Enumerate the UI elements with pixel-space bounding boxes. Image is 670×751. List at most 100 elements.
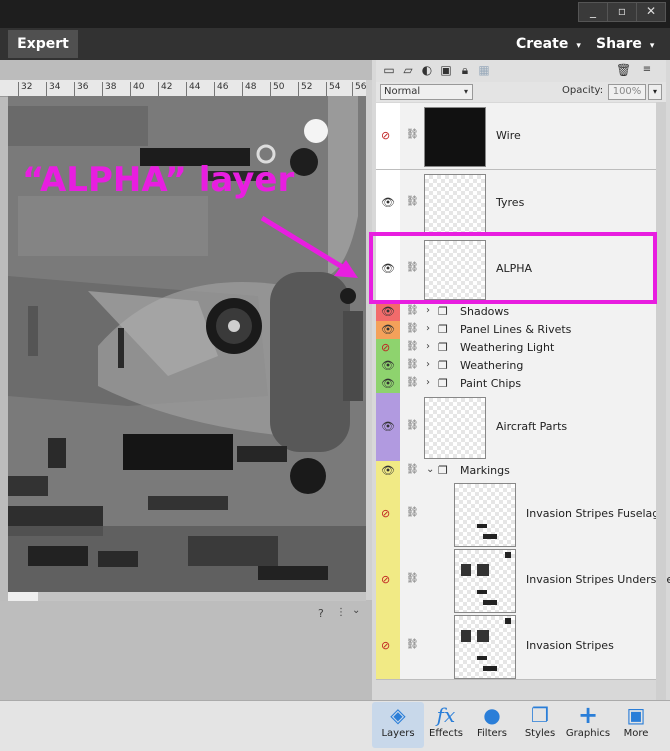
eye-icon[interactable]: 👁︎ xyxy=(381,305,395,318)
layer-row-tyres[interactable]: 👁︎ ⛓︎ Tyres xyxy=(376,170,656,237)
more-panel-button[interactable]: ▣ More xyxy=(610,702,662,748)
styles-icon: ❐ xyxy=(531,703,549,727)
layer-row-markings[interactable]: 👁︎ ⛓︎ ⌄ ❐ Markings xyxy=(376,461,656,482)
link-icon[interactable]: ⛓︎ xyxy=(406,420,419,431)
layer-name: Panel Lines & Rivets xyxy=(460,323,572,336)
layer-thumbnail[interactable] xyxy=(424,397,486,459)
group-folder-icon: ❐ xyxy=(438,464,448,477)
layer-mask-icon[interactable]: ▣ xyxy=(439,63,453,77)
layer-row-shadows[interactable]: 👁︎ ⛓︎ › ❐ Shadows xyxy=(376,303,656,322)
adjustment-layer-icon[interactable]: ◐ xyxy=(420,63,434,77)
layer-row-aircraft-parts[interactable]: 👁︎ ⛓︎ Aircraft Parts xyxy=(376,393,656,462)
link-icon[interactable]: ⛓︎ xyxy=(406,639,419,650)
blend-mode-value: Normal xyxy=(384,86,421,97)
link-icon[interactable]: ⛓︎ xyxy=(406,377,419,388)
filters-label: Filters xyxy=(477,728,507,739)
graphics-icon: + xyxy=(577,701,599,729)
layer-name: Weathering Light xyxy=(460,341,555,354)
eye-hidden-icon[interactable]: ⊘ xyxy=(381,129,390,142)
eye-hidden-icon[interactable]: ⊘ xyxy=(381,639,390,652)
group-folder-icon: ❐ xyxy=(438,341,448,354)
layer-name: Wire xyxy=(496,129,521,142)
link-icon[interactable]: ⛓︎ xyxy=(406,196,419,207)
group-folder-icon: ❐ xyxy=(438,323,448,336)
layer-row-weathering-light[interactable]: ⊘ ⛓︎ › ❐ Weathering Light xyxy=(376,339,656,358)
layers-icon: ◈ xyxy=(390,703,406,727)
layer-row-weathering[interactable]: 👁︎ ⛓︎ › ❐ Weathering xyxy=(376,357,656,376)
trash-icon[interactable]: 🗑︎ xyxy=(616,63,631,77)
layer-name: Paint Chips xyxy=(460,377,522,390)
link-icon[interactable]: ⛓︎ xyxy=(406,464,419,475)
opacity-dropdown-icon[interactable]: ▾ xyxy=(648,84,662,100)
graphics-label: Graphics xyxy=(565,728,611,739)
graphics-panel-button[interactable]: + Graphics xyxy=(562,702,614,748)
new-layer-icon[interactable]: ▭ xyxy=(382,63,396,77)
layer-thumbnail[interactable] xyxy=(454,483,516,547)
layer-name: Aircraft Parts xyxy=(496,420,568,433)
link-icon[interactable]: ⛓︎ xyxy=(406,129,419,140)
styles-label: Styles xyxy=(524,728,556,739)
chevron-right-icon[interactable]: › xyxy=(426,305,430,316)
link-icon[interactable]: ⛓︎ xyxy=(406,359,419,370)
layer-name: Invasion Stripes xyxy=(526,639,614,652)
filters-icon: ● xyxy=(483,703,501,727)
chevron-right-icon[interactable]: › xyxy=(426,359,430,370)
chevron-right-icon[interactable]: › xyxy=(426,341,430,352)
layer-name: Invasion Stripes Underside... xyxy=(526,573,670,586)
eye-hidden-icon[interactable]: ⊘ xyxy=(381,573,390,586)
eye-icon[interactable]: 👁︎ xyxy=(381,464,395,477)
layer-row-invasion-stripes-underside[interactable]: ⊘ ⛓︎ Invasion Stripes Underside... xyxy=(376,547,670,614)
filters-panel-button[interactable]: ● Filters xyxy=(466,702,518,748)
layer-row-panel-lines-rivets[interactable]: 👁︎ ⛓︎ › ❐ Panel Lines & Rivets xyxy=(376,321,656,340)
more-label: More xyxy=(623,728,649,739)
layer-name: Weathering xyxy=(460,359,524,372)
new-group-icon[interactable]: ▱ xyxy=(401,63,415,77)
layer-thumbnail[interactable] xyxy=(424,107,486,167)
link-icon[interactable]: ⛓︎ xyxy=(406,341,419,352)
effects-label: Effects xyxy=(429,728,463,739)
chevron-down-icon[interactable]: ⌄ xyxy=(426,464,434,475)
link-icon[interactable]: ⛓︎ xyxy=(406,573,419,584)
layer-name: Markings xyxy=(460,464,510,477)
layer-row-paint-chips[interactable]: 👁︎ ⛓︎ › ❐ Paint Chips xyxy=(376,375,656,394)
more-icon: ▣ xyxy=(626,703,646,727)
link-icon[interactable]: ⛓︎ xyxy=(406,507,419,518)
alpha-layer-highlight-box xyxy=(369,232,657,304)
layer-thumbnail[interactable] xyxy=(424,174,486,234)
chevron-down-icon: ▾ xyxy=(463,87,468,96)
fx-icon: fx xyxy=(436,703,456,727)
lock-transparent-icon[interactable]: ▦ xyxy=(477,63,491,77)
layer-name: Tyres xyxy=(496,196,525,209)
group-folder-icon: ❐ xyxy=(438,305,448,318)
link-icon[interactable]: ⛓︎ xyxy=(406,323,419,334)
group-folder-icon: ❐ xyxy=(438,359,448,372)
layer-name: Shadows xyxy=(460,305,510,318)
layer-row-invasion-stripes-fuselage[interactable]: ⊘ ⛓︎ Invasion Stripes Fuselage ... xyxy=(376,481,670,548)
layer-row-invasion-stripes[interactable]: ⊘ ⛓︎ Invasion Stripes xyxy=(376,613,656,680)
lock-icon[interactable]: 🔒︎ xyxy=(458,63,472,77)
eye-icon[interactable]: 👁︎ xyxy=(381,377,395,390)
chevron-right-icon[interactable]: › xyxy=(426,323,430,334)
chevron-right-icon[interactable]: › xyxy=(426,377,430,388)
layers-label: Layers xyxy=(381,728,415,739)
eye-hidden-icon[interactable]: ⊘ xyxy=(381,341,390,354)
eye-icon[interactable]: 👁︎ xyxy=(381,420,395,433)
blend-mode-select[interactable]: Normal ▾ xyxy=(380,84,473,100)
layer-thumbnail[interactable] xyxy=(454,615,516,679)
eye-icon[interactable]: 👁︎ xyxy=(381,323,395,336)
effects-panel-button[interactable]: fx Effects xyxy=(420,702,472,748)
layer-thumbnail[interactable] xyxy=(454,549,516,613)
eye-icon[interactable]: 👁︎ xyxy=(381,196,395,209)
layer-name: Invasion Stripes Fuselage ... xyxy=(526,507,670,520)
opacity-label: Opacity: xyxy=(562,85,604,96)
layers-vertical-scrollbar[interactable] xyxy=(656,102,666,700)
layer-row-wire[interactable]: ⊘ ⛓︎ Wire xyxy=(376,103,656,170)
eye-icon[interactable]: 👁︎ xyxy=(381,359,395,372)
styles-panel-button[interactable]: ❐ Styles xyxy=(514,702,566,748)
group-folder-icon: ❐ xyxy=(438,377,448,390)
opacity-field[interactable]: 100% xyxy=(608,84,646,100)
panel-menu-icon[interactable]: ≡ xyxy=(640,63,654,77)
eye-hidden-icon[interactable]: ⊘ xyxy=(381,507,390,520)
layers-panel-button[interactable]: ◈ Layers xyxy=(372,702,424,748)
link-icon[interactable]: ⛓︎ xyxy=(406,305,419,316)
